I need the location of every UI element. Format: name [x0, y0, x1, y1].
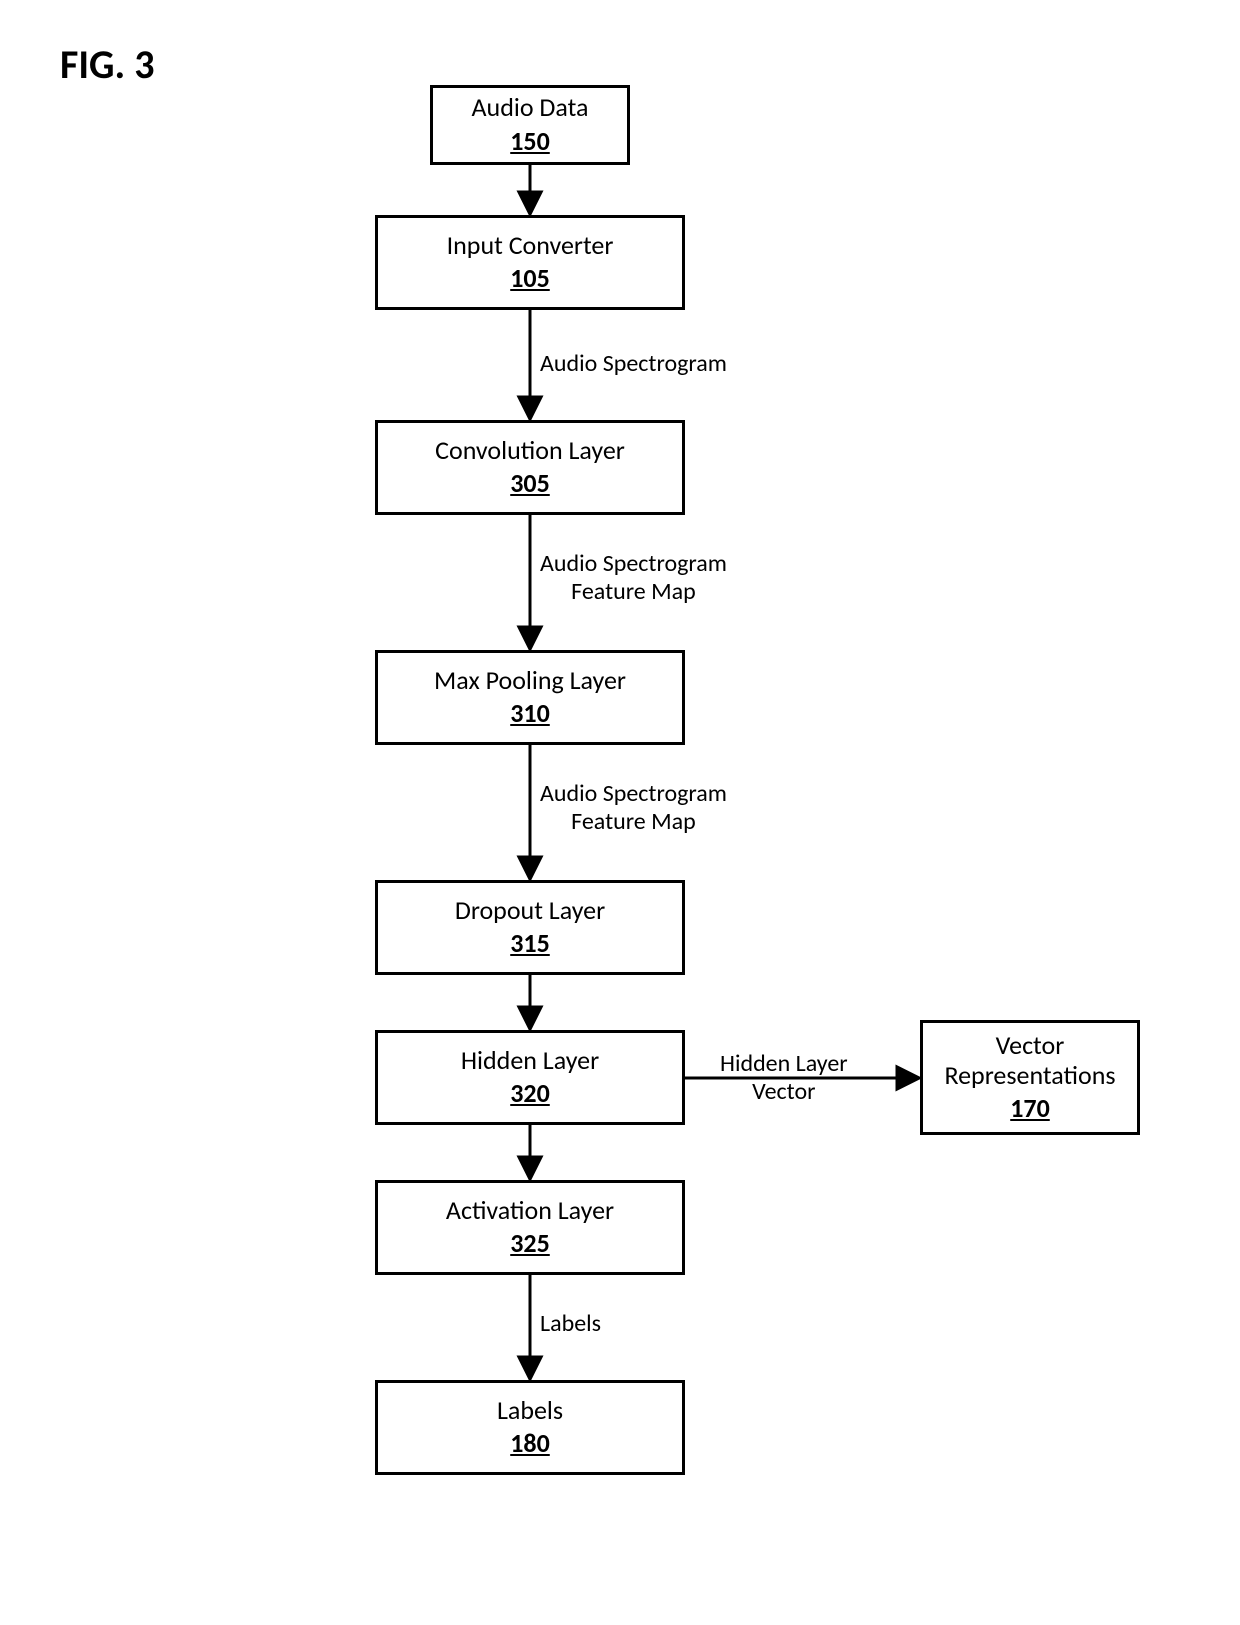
edge-label-audio-spectrogram: Audio Spectrogram: [540, 350, 727, 378]
node-activation-layer: Activation Layer 325: [375, 1180, 685, 1275]
diagram-canvas: FIG. 3 Audio Data 150 Input Converter 10…: [0, 0, 1240, 1625]
node-title: Convolution Layer: [435, 436, 625, 466]
edge-label-hidden-vector: Hidden Layer Vector: [720, 1050, 848, 1105]
edge-label-feature-map-2: Audio Spectrogram Feature Map: [540, 780, 727, 835]
node-ref: 180: [510, 1427, 550, 1459]
node-ref: 105: [510, 262, 550, 294]
node-title: Input Converter: [447, 231, 614, 261]
node-title: Hidden Layer: [461, 1046, 599, 1076]
node-vector-representations: Vector Representations 170: [920, 1020, 1140, 1135]
node-title: Max Pooling Layer: [434, 666, 626, 696]
node-ref: 170: [1010, 1092, 1050, 1124]
node-ref: 310: [510, 697, 550, 729]
node-max-pooling: Max Pooling Layer 310: [375, 650, 685, 745]
node-hidden-layer: Hidden Layer 320: [375, 1030, 685, 1125]
node-title: Audio Data: [472, 93, 589, 123]
node-title: Dropout Layer: [455, 896, 605, 926]
node-ref: 320: [510, 1077, 550, 1109]
figure-label: FIG. 3: [60, 40, 155, 89]
node-ref: 150: [510, 125, 550, 157]
edge-label-feature-map-1: Audio Spectrogram Feature Map: [540, 550, 727, 605]
node-ref: 305: [510, 467, 550, 499]
edge-label-labels: Labels: [540, 1310, 601, 1338]
node-title: Vector Representations: [944, 1031, 1115, 1091]
node-dropout: Dropout Layer 315: [375, 880, 685, 975]
node-ref: 315: [510, 927, 550, 959]
node-convolution-layer: Convolution Layer 305: [375, 420, 685, 515]
node-title: Labels: [497, 1396, 563, 1426]
node-audio-data: Audio Data 150: [430, 85, 630, 165]
node-labels: Labels 180: [375, 1380, 685, 1475]
node-ref: 325: [510, 1227, 550, 1259]
node-title: Activation Layer: [446, 1196, 614, 1226]
node-input-converter: Input Converter 105: [375, 215, 685, 310]
